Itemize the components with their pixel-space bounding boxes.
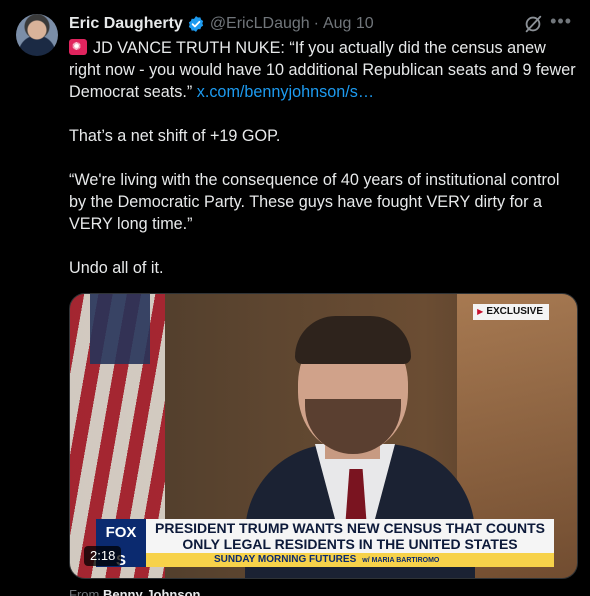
tweet-paragraph-2: That’s a net shift of +19 GOP. xyxy=(69,127,281,145)
flag-canton xyxy=(90,294,150,364)
exclusive-badge: ▶ EXCLUSIVE xyxy=(473,304,549,320)
more-options-icon[interactable]: ••• xyxy=(550,11,572,32)
tweet-header: Eric Daugherty @EricLDaugh · Aug 10 ••• xyxy=(69,11,574,35)
tweet-link[interactable]: x.com/bennyjohnson/s… xyxy=(197,83,374,101)
show-name: SUNDAY MORNING FUTURES xyxy=(214,554,357,565)
attribution: From Benny Johnson xyxy=(69,587,200,596)
grok-icon[interactable] xyxy=(522,13,544,35)
separator: · xyxy=(313,15,319,32)
news-chyron: FOXS PRESIDENT TRUMP WANTS NEW CENSUS TH… xyxy=(96,519,554,569)
chyron-headline: PRESIDENT TRUMP WANTS NEW CENSUS THAT CO… xyxy=(146,519,554,553)
tweet-text: JD VANCE TRUTH NUKE: “If you actually di… xyxy=(69,37,577,301)
source-name[interactable]: Benny Johnson xyxy=(103,587,201,596)
siren-icon xyxy=(69,39,87,55)
chyron-show: SUNDAY MORNING FUTURES w/ MARIA BARTIROMO xyxy=(146,553,554,567)
speaker-hair xyxy=(295,316,411,364)
tweet-paragraph-1: JD VANCE TRUTH NUKE: “If you actually di… xyxy=(69,37,577,103)
show-host: w/ MARIA BARTIROMO xyxy=(362,557,440,564)
verified-badge-icon xyxy=(188,16,203,32)
exclusive-label: EXCLUSIVE xyxy=(486,306,543,317)
tweet-paragraph-4: Undo all of it. xyxy=(69,259,164,277)
video-duration: 2:18 xyxy=(84,546,122,566)
chyron-line-2: ONLY LEGAL RESIDENTS IN THE UNITED STATE… xyxy=(182,536,518,552)
chyron-line-1: PRESIDENT TRUMP WANTS NEW CENSUS THAT CO… xyxy=(155,520,545,536)
play-triangle-icon: ▶ xyxy=(477,307,484,316)
author-avatar[interactable] xyxy=(16,14,58,56)
author-name[interactable]: Eric Daugherty xyxy=(69,15,183,33)
video-player[interactable]: ▶EXCLUSIVE FOXS PRESIDENT TRUMP WANTS NE… xyxy=(69,293,578,579)
tweet-paragraph-3: “We're living with the consequence of 40… xyxy=(69,171,560,233)
tweet-date[interactable]: Aug 10 xyxy=(323,15,374,33)
fox-logo-text: FOX xyxy=(105,524,137,541)
author-handle[interactable]: @EricLDaugh xyxy=(210,15,310,33)
from-label: From xyxy=(69,587,100,596)
